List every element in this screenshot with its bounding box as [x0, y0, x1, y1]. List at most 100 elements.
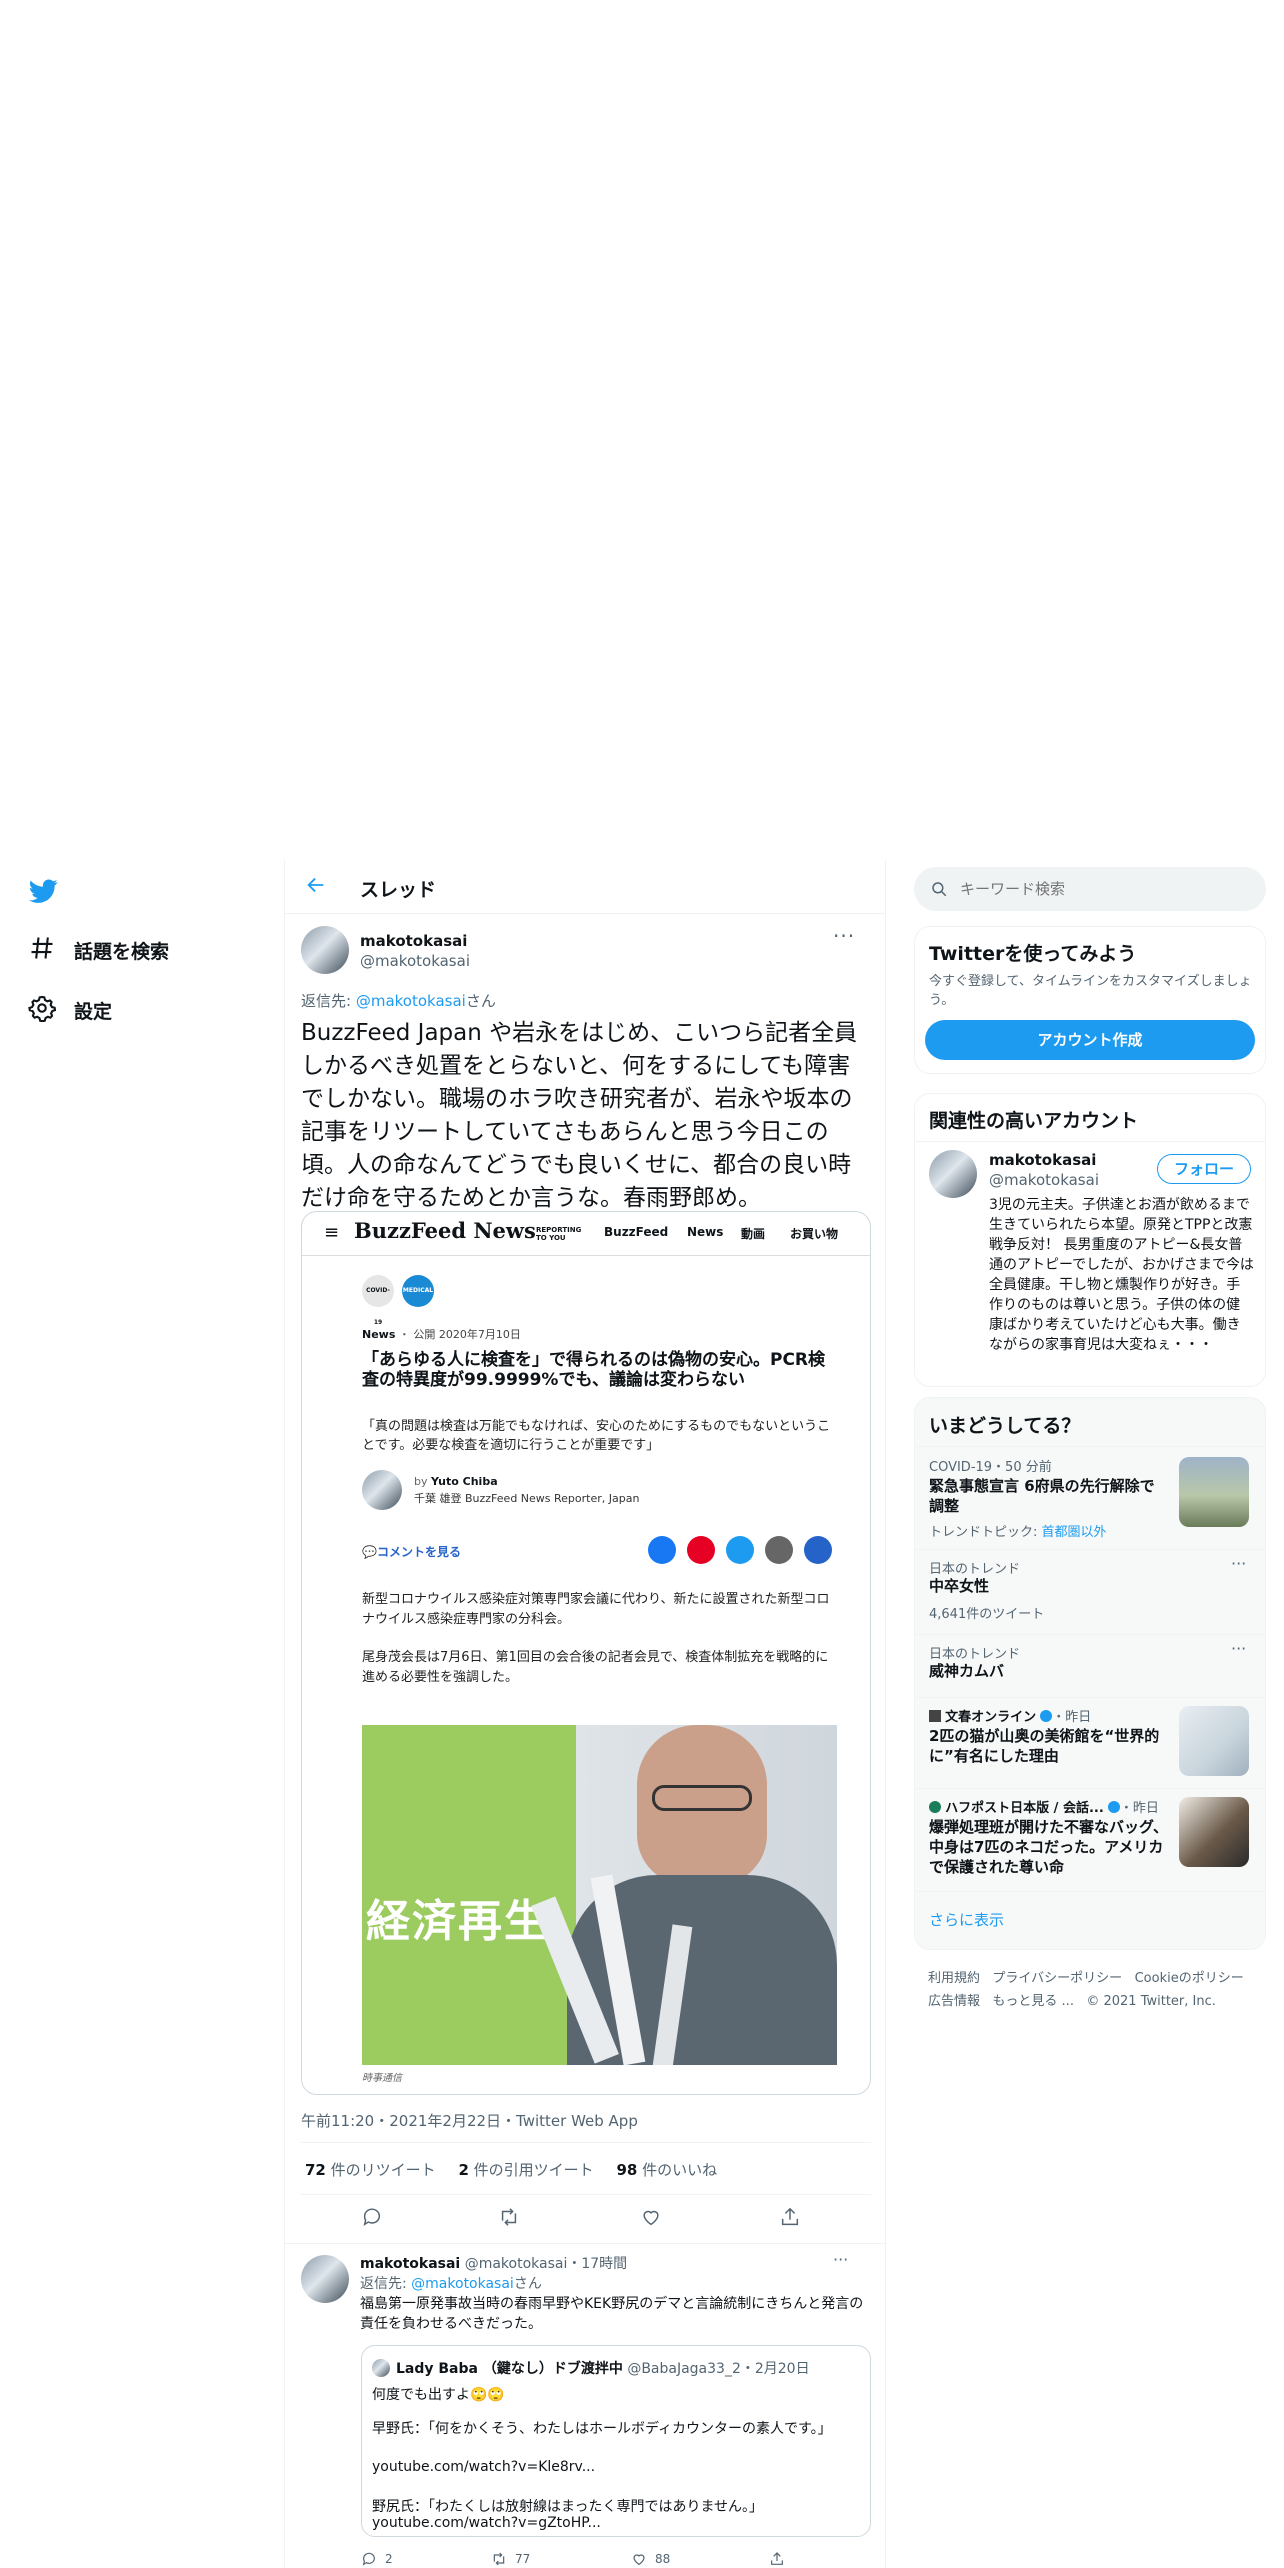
- quoted-line1: 何度でも出すよ🙄🙄: [372, 2387, 505, 2403]
- facebook-share-icon: [648, 1536, 676, 1564]
- quoted-header: Lady Baba （鍵なし）ドブ渡拌中 @BabaJaga33_2・2月20日: [396, 2358, 810, 2378]
- retweet-icon[interactable]: [498, 2206, 520, 2232]
- article-topbar: ≡ BuzzFeed News REPORTING TO YOU BuzzFee…: [302, 1212, 870, 1256]
- related-account-bio: 3児の元主夫。子供達とお酒が飲めるまで生きていられたら本望。原発とTPPと改憲戦…: [989, 1197, 1254, 1353]
- author-name[interactable]: makotokasai: [360, 932, 467, 950]
- divider: [285, 2243, 887, 2244]
- link-share-icon: [804, 1536, 832, 1564]
- create-account-button[interactable]: アカウント作成: [925, 1020, 1255, 1060]
- buzzfeed-logo: BuzzFeed News: [354, 1218, 536, 1243]
- more-options-icon[interactable]: ···: [833, 2250, 848, 2269]
- page-title: スレッド: [360, 879, 437, 901]
- reply-action-like[interactable]: 88: [631, 2551, 670, 2567]
- divider: [301, 2194, 871, 2195]
- photo-credit: 時事通信: [362, 2073, 402, 2084]
- reply-context: 返信先: @makotokasaiさん: [360, 2276, 542, 2292]
- article-card-image[interactable]: ≡ BuzzFeed News REPORTING TO YOU BuzzFee…: [301, 1211, 871, 2095]
- back-arrow-icon[interactable]: [305, 874, 327, 900]
- more-options-icon[interactable]: ···: [833, 924, 855, 948]
- reply-to-link[interactable]: @makotokasai: [356, 992, 466, 1010]
- thread-column: スレッド makotokasai @makotokasai ··· 返信先: @…: [284, 860, 887, 2568]
- twitter-logo-icon[interactable]: [28, 876, 58, 910]
- share-icon[interactable]: [779, 2206, 801, 2232]
- twitter-share-icon: [726, 1536, 754, 1564]
- reply-author-name[interactable]: makotokasai: [360, 2256, 460, 2272]
- tweet-text: BuzzFeed Japan や岩永をはじめ、こいつら記者全員しかるべき処置をと…: [301, 1020, 858, 1211]
- divider: [915, 1141, 1265, 1142]
- quoted-tweet[interactable]: Lady Baba （鍵なし）ドブ渡拌中 @BabaJaga33_2・2月20日…: [361, 2345, 871, 2537]
- author-title: 千葉 雄登 BuzzFeed News Reporter, Japan: [414, 1492, 640, 1505]
- news-item[interactable]: ハフポスト日本版 / 会話... ・昨日 爆弾処理班が開けた不審なバッグ、中身は…: [915, 1789, 1265, 1891]
- footer-link-terms[interactable]: 利用規約: [928, 1971, 980, 1986]
- publisher-logo-icon: [929, 1801, 941, 1813]
- tweet-timestamp[interactable]: 午前11:20・2021年2月22日・Twitter Web App: [301, 2110, 638, 2131]
- divider: [915, 1891, 1265, 1892]
- footer-link-privacy[interactable]: プライバシーポリシー: [992, 1971, 1122, 1986]
- publisher-logo-icon: [929, 1710, 941, 1722]
- signup-description: 今すぐ登録して、タイムラインをカスタマイズしましょう。: [929, 974, 1252, 1008]
- nav-settings[interactable]: 設定: [28, 994, 112, 1027]
- search-icon: [932, 882, 947, 897]
- quoted-line3: 野尻氏：「わたくしは放射線はまったく専門ではありません。」: [372, 2499, 764, 2515]
- comment-bubble-icon: 💬: [362, 1545, 377, 1559]
- related-accounts-card: 関連性の高いアカウント makotokasai @makotokasai フォロ…: [914, 1093, 1266, 1387]
- related-account-name[interactable]: makotokasai: [989, 1151, 1096, 1169]
- reply-icon: [362, 2552, 375, 2566]
- quoted-meta: @BabaJaga33_2・2月20日: [627, 2361, 810, 2377]
- show-more-link[interactable]: さらに表示: [929, 1909, 1004, 1930]
- article-para2: 尾身茂会長は7月6日、第1回目の会合後の記者会見で、検査体制拡充を戦略的に進める…: [362, 1650, 829, 1685]
- quoted-author-name: Lady Baba （鍵なし）ドブ渡拌中: [396, 2361, 623, 2377]
- article-para1: 新型コロナウイルス感染症対策専門家会議に代わり、新たに設置された新型コロナウイル…: [362, 1592, 830, 1627]
- related-title: 関連性の高いアカウント: [929, 1110, 1139, 1132]
- retweets-stat[interactable]: 72 件のリツイート: [305, 2161, 436, 2179]
- article-photo: 経済再生: [362, 1725, 837, 2065]
- article-byline: by Yuto Chiba: [414, 1475, 498, 1488]
- speaker-glasses: [652, 1785, 752, 1811]
- nav-explore[interactable]: 話題を検索: [28, 934, 169, 967]
- reply-to-link[interactable]: @makotokasai: [411, 2276, 514, 2292]
- news-item[interactable]: 文春オンライン ・昨日 2匹の猫が山奥の美術館を“世界的に”有名にした理由: [915, 1698, 1265, 1788]
- trend-item[interactable]: 日本のトレンド 威神カムバ ···: [915, 1635, 1265, 1697]
- reply-action-reply[interactable]: 2: [361, 2551, 393, 2567]
- avatar[interactable]: [301, 926, 349, 974]
- verified-badge-icon: [1040, 1710, 1053, 1722]
- like-icon[interactable]: [640, 2206, 662, 2232]
- menu-icon: ≡: [324, 1222, 340, 1243]
- avatar[interactable]: [301, 2255, 349, 2303]
- article-nav-buzzfeed: BuzzFeed: [604, 1225, 669, 1239]
- news-thumbnail: [1179, 1797, 1249, 1867]
- reply-text: 福島第一原発事故当時の春雨早野やKEK野尻のデマと言論統制にきちんと発言の責任を…: [360, 2296, 864, 2332]
- author-avatar: [362, 1470, 402, 1510]
- search-input[interactable]: [960, 880, 1240, 898]
- author-handle[interactable]: @makotokasai: [360, 952, 470, 970]
- comment-link: 💬コメントを見る: [362, 1545, 461, 1559]
- reply-action-share[interactable]: [769, 2551, 785, 2568]
- footer-link-cookies[interactable]: Cookieのポリシー: [1135, 1971, 1244, 1986]
- quoted-avatar: [372, 2359, 390, 2377]
- trend-thumbnail: [1179, 1457, 1249, 1527]
- reply-icon[interactable]: [361, 2206, 383, 2232]
- email-share-icon: [765, 1536, 793, 1564]
- more-options-icon[interactable]: ···: [1231, 1639, 1246, 1658]
- reply-header: makotokasai @makotokasai・17時間: [360, 2253, 627, 2273]
- footer-link-more[interactable]: もっと見る ...: [992, 1994, 1074, 2009]
- news-thumbnail: [1179, 1706, 1249, 1776]
- quotes-stat[interactable]: 2 件の引用ツイート: [458, 2161, 593, 2179]
- trend-item[interactable]: 日本のトレンド 中卒女性 4,641件のツイート ···: [915, 1550, 1265, 1634]
- trend-topic-link[interactable]: 首都圏以外: [1042, 1525, 1107, 1540]
- copyright: © 2021 Twitter, Inc.: [1086, 1994, 1216, 2009]
- related-account-handle[interactable]: @makotokasai: [989, 1171, 1099, 1189]
- likes-stat[interactable]: 98 件のいいね: [616, 2161, 717, 2179]
- trend-item[interactable]: COVID-19・50 分前 緊急事態宣言 6府県の先行解除で調整 トレンドトピ…: [915, 1447, 1265, 1549]
- more-options-icon[interactable]: ···: [1231, 1554, 1246, 1573]
- reply-action-retweet[interactable]: 77: [491, 2551, 530, 2567]
- search-bar[interactable]: [914, 867, 1266, 911]
- article-nav-shopping: お買い物: [790, 1227, 839, 1241]
- trends-card: いまどうしてる？ COVID-19・50 分前 緊急事態宣言 6府県の先行解除で…: [914, 1397, 1266, 1950]
- like-icon: [633, 2554, 645, 2566]
- gear-icon: [28, 994, 57, 1027]
- reply-context: 返信先: @makotokasaiさん: [301, 992, 496, 1010]
- footer-link-ads[interactable]: 広告情報: [928, 1994, 980, 2009]
- follow-button[interactable]: フォロー: [1157, 1154, 1251, 1184]
- avatar[interactable]: [929, 1150, 977, 1198]
